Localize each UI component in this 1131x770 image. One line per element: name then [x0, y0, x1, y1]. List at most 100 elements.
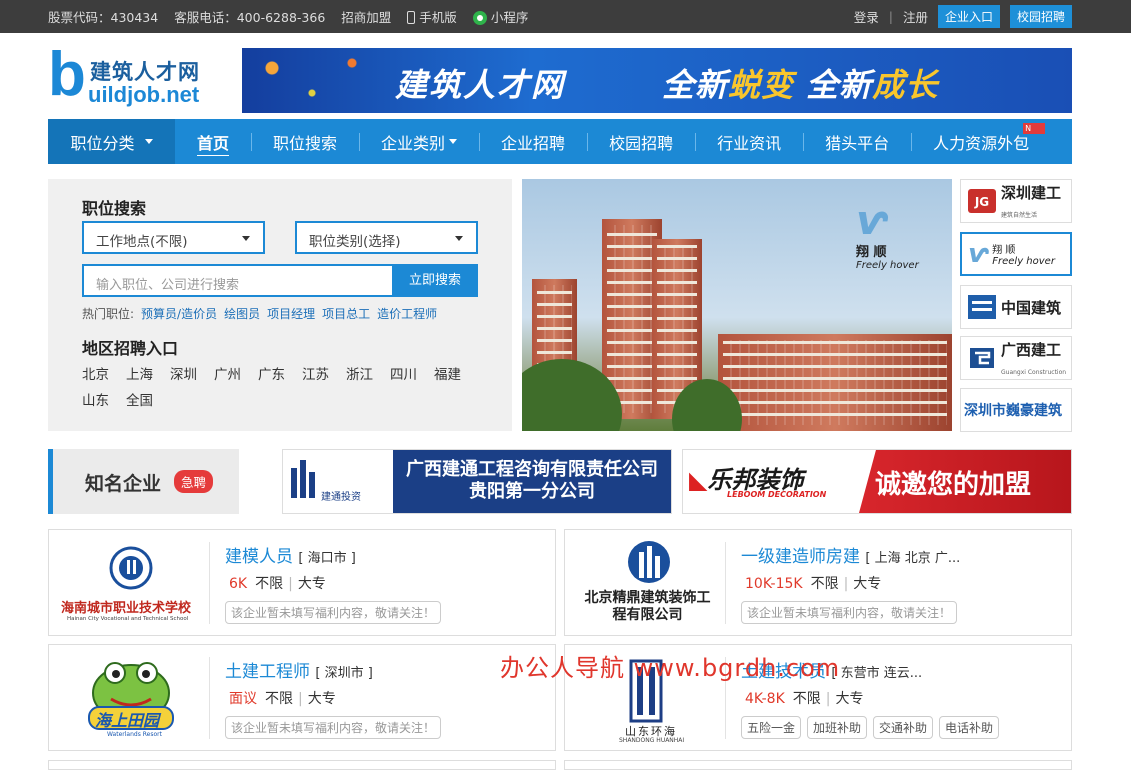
- search-title: 职位搜索: [82, 199, 147, 218]
- job-category-menu[interactable]: 职位分类: [48, 119, 175, 164]
- city-link[interactable]: 广东: [258, 363, 285, 383]
- nav-headhunter[interactable]: 猎头平台: [803, 119, 911, 164]
- brand-name: 广西建工: [1001, 340, 1062, 359]
- svg-text:JG: JG: [974, 195, 989, 209]
- company-name-en: Hainan City Vocational and Technical Sch…: [67, 616, 189, 622]
- welfare-tags: 该企业暂未填写福利内容，敬请关注！: [741, 601, 958, 624]
- job-card[interactable]: 海上田园 Waterlands Resort 土建工程师 [ 深圳市 ] 面议不…: [48, 644, 556, 751]
- leboom-brand-en: LEBOOM DECORATION: [727, 490, 827, 499]
- experience: 不限: [265, 691, 293, 707]
- top-banner[interactable]: 建筑人才网 全新蜕变 全新成长: [242, 48, 1072, 113]
- hot-job-link[interactable]: 项目总工: [322, 305, 370, 322]
- leaf-icon: ⱱ: [968, 239, 989, 269]
- section-title: 知名企业: [85, 473, 162, 495]
- job-meta: 6K 不限 | 大专: [229, 576, 326, 592]
- hot-job-link[interactable]: 预算员/造价员: [141, 305, 217, 322]
- job-card[interactable]: 海南城市职业技术学校 Hainan City Vocational and Te…: [48, 529, 556, 636]
- search-input[interactable]: 输入职位、公司进行搜索: [82, 264, 392, 297]
- divider: [209, 657, 210, 739]
- top-bar: 股票代码：430434 客服电话：400-6288-366 招商加盟 手机版 小…: [0, 0, 1131, 33]
- city-link[interactable]: 深圳: [170, 363, 197, 383]
- company-name: 海南城市职业技术学校: [61, 601, 192, 616]
- nav-company-recruit[interactable]: 企业招聘: [479, 119, 587, 164]
- brand-szjg[interactable]: JG 深圳建工 建筑自然生活: [960, 179, 1072, 223]
- mobile-link[interactable]: 手机版: [407, 7, 457, 26]
- education: 大专: [853, 576, 882, 592]
- join-link[interactable]: 招商加盟: [341, 7, 391, 26]
- main-nav: 职位分类 首页 职位搜索 企业类别 企业招聘 校园招聘 行业资讯 猎头平台 人力…: [48, 119, 1072, 164]
- brand-cscec[interactable]: 中国建筑: [960, 285, 1072, 329]
- location-select[interactable]: 工作地点(不限): [82, 221, 265, 254]
- job-meta: 10K-15K 不限 | 大专: [745, 576, 882, 592]
- job-type-select[interactable]: 职位类别(选择): [295, 221, 478, 254]
- welfare-tag: 该企业暂未填写福利内容，敬请关注！: [225, 601, 442, 624]
- experience: 不限: [255, 576, 284, 592]
- nav-company-types[interactable]: 企业类别: [359, 119, 479, 164]
- company-logo[interactable]: 北京精鼎建筑装饰工程有限公司: [575, 540, 720, 625]
- city-link[interactable]: 福建: [434, 363, 461, 383]
- cscec-logo-icon: [968, 295, 996, 319]
- login-link[interactable]: 登录: [854, 7, 879, 26]
- salary: 6K: [229, 576, 248, 592]
- job-card[interactable]: 北京精鼎建筑装饰工程有限公司 一级建造师房建 [ 上海 北京 广... 10K-…: [564, 529, 1072, 636]
- nav-news[interactable]: 行业资讯: [695, 119, 803, 164]
- brand-sub: 建筑自然生活: [1001, 211, 1038, 219]
- brand-gxjg[interactable]: 广西建工 Guangxi Construction: [960, 336, 1072, 380]
- job-title[interactable]: 一级建造师房建 [ 上海 北京 广...: [741, 542, 960, 567]
- welfare-tags: 该企业暂未填写福利内容，敬请关注！: [225, 716, 442, 739]
- company-logo[interactable]: 海上田园 Waterlands Resort: [59, 655, 204, 740]
- search-button[interactable]: 立即搜索: [392, 264, 478, 297]
- logo-b: b: [48, 40, 86, 109]
- job-title[interactable]: 土建工程师 [ 深圳市 ]: [225, 657, 373, 682]
- logo-en: Freely hover: [856, 260, 919, 271]
- city-link[interactable]: 山东: [82, 389, 109, 409]
- hot-job-link[interactable]: 项目经理: [267, 305, 315, 322]
- ad-slogan: 诚邀您的加盟: [859, 450, 1071, 513]
- education: 大专: [835, 691, 864, 707]
- company-logo[interactable]: 海南城市职业技术学校 Hainan City Vocational and Te…: [59, 540, 204, 625]
- ad-leboom[interactable]: ◣乐邦装饰 LEBOOM DECORATION 诚邀您的加盟: [682, 449, 1072, 514]
- education: 大专: [297, 576, 326, 592]
- stock-code: 股票代码：430434: [48, 10, 159, 25]
- city-link[interactable]: 广州: [214, 363, 241, 383]
- site-logo[interactable]: b 建筑人才网 uildjob.net: [48, 44, 238, 110]
- city-link[interactable]: 北京: [82, 363, 109, 383]
- xiangshun-logo: ⱱ 翔 顺 Freely hover: [856, 201, 936, 281]
- company-name-en: SHANDONG HUANHAI: [619, 737, 685, 744]
- job-card-partial: [48, 760, 556, 770]
- city-link[interactable]: 浙江: [346, 363, 373, 383]
- nav-job-search[interactable]: 职位搜索: [251, 119, 359, 164]
- hot-job-link[interactable]: 造价工程师: [377, 305, 437, 322]
- hot-job-link[interactable]: 绘图员: [224, 305, 260, 322]
- building-logo-icon: [291, 460, 315, 498]
- job-title[interactable]: 建模人员 [ 海口市 ]: [225, 542, 356, 567]
- nav-home[interactable]: 首页: [175, 119, 251, 164]
- campus-recruit-button[interactable]: 校园招聘: [1009, 5, 1072, 28]
- ad-jiantong[interactable]: 建通投资 广西建通工程咨询有限责任公司 贵阳第一分公司: [282, 449, 672, 514]
- city-link[interactable]: 全国: [126, 389, 153, 409]
- company-entry-button[interactable]: 企业入口: [937, 5, 1000, 28]
- city-link[interactable]: 上海: [126, 363, 153, 383]
- szjg-logo-icon: JG: [968, 189, 996, 213]
- nav-hr-outsourcing[interactable]: 人力资源外包 N: [911, 119, 1051, 164]
- city-link[interactable]: 江苏: [302, 363, 329, 383]
- hero-photo[interactable]: ⱱ 翔 顺 Freely hover: [522, 179, 952, 431]
- hot-jobs: 热门职位: 预算员/造价员 绘图员 项目经理 项目总工 造价工程师: [82, 305, 437, 322]
- welfare-tag: 五险一金: [741, 716, 802, 739]
- brand-name: 翔 顺: [992, 245, 1016, 256]
- brand-name: 中国建筑: [1001, 298, 1062, 317]
- brand-weihao[interactable]: 深圳市巍豪建筑: [960, 388, 1072, 432]
- company-name: 海上田园: [95, 711, 160, 730]
- hot-label: 热门职位:: [82, 307, 135, 321]
- miniprogram-link[interactable]: 小程序: [472, 7, 528, 26]
- job-meta: 面议 不限 | 大专: [229, 691, 336, 707]
- brand-xiangshun[interactable]: ⱱ 翔 顺 Freely hover: [960, 232, 1072, 276]
- company-name: 北京精鼎建筑装饰工程有限公司: [584, 590, 711, 623]
- mobile-label: 手机版: [419, 10, 457, 25]
- register-link[interactable]: 注册: [903, 7, 928, 26]
- welfare-tags: 该企业暂未填写福利内容，敬请关注！: [225, 601, 442, 624]
- company-name-en: Waterlands Resort: [107, 731, 162, 738]
- city-link[interactable]: 四川: [390, 363, 417, 383]
- nav-campus[interactable]: 校园招聘: [587, 119, 695, 164]
- building-image: [718, 334, 952, 431]
